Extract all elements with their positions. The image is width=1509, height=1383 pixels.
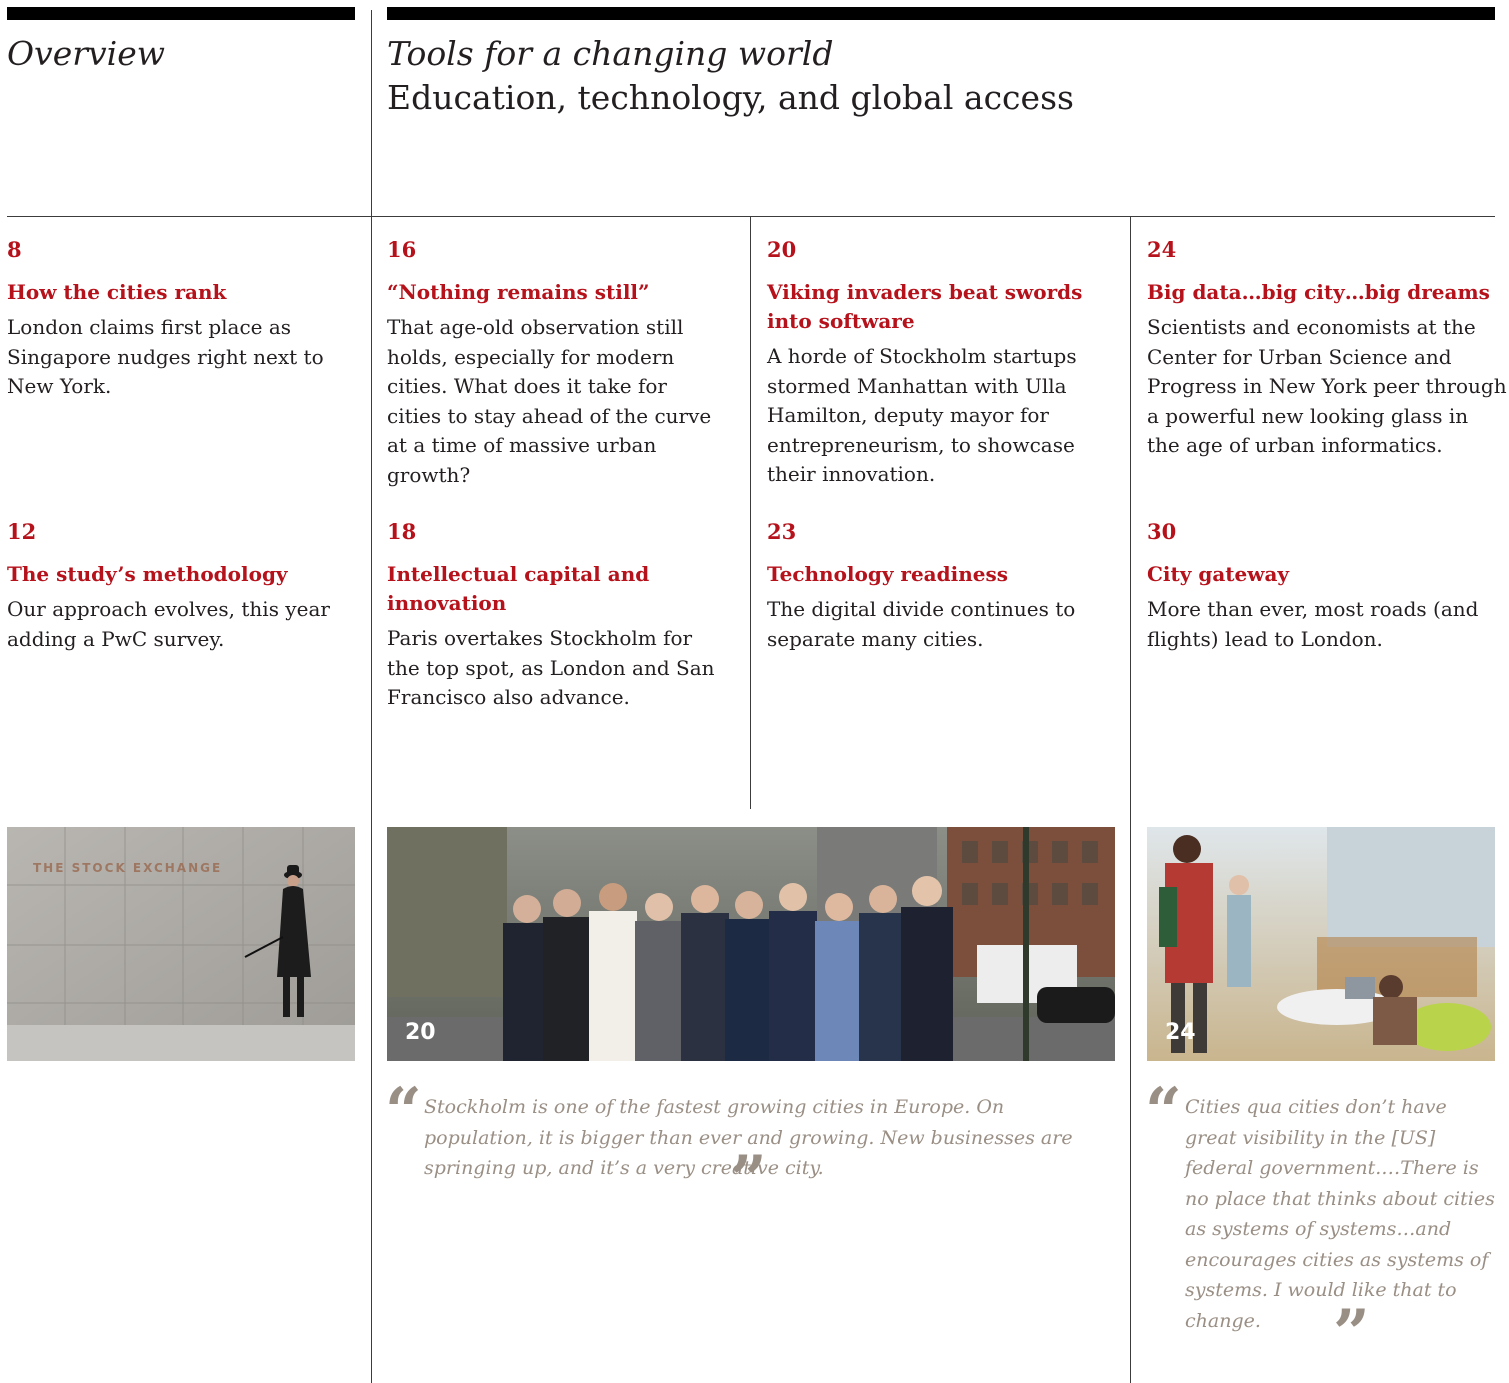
quote-open-icon: “ [1145,1074,1182,1149]
lab-photo[interactable]: 24 [1147,827,1495,1061]
entry-title: “Nothing remains still” [387,280,650,304]
entry-title: City gateway [1147,562,1290,586]
entry-description: Scientists and economists at the Center … [1147,315,1507,457]
photo-page-tag: 24 [1165,1020,1196,1045]
divider-vertical-3 [1130,216,1131,1383]
toc-entry[interactable]: 12 The study’s methodology Our approach … [7,518,347,654]
headline: Education, technology, and global access [387,78,1074,117]
entry-title: Technology readiness [767,562,1009,586]
group-illustration [387,827,1115,1061]
quote-close-icon: ” [1333,1296,1370,1371]
quote-close-icon: ” [730,1142,767,1217]
entry-page-number: 8 [7,237,22,262]
entry-page-number: 30 [1147,519,1177,544]
entry-title: Viking invaders beat swords into softwar… [767,280,1083,333]
photo-page-tag: 20 [405,1020,436,1045]
entry-description: Our approach evolves, this year adding a… [7,597,330,651]
entry-description: A horde of Stockholm startups stormed Ma… [767,344,1077,486]
entry-page-number: 18 [387,519,417,544]
lab-illustration [1147,827,1495,1061]
entry-page-number: 20 [767,237,797,262]
group-photo[interactable]: 20 [387,827,1115,1061]
entry-title: Intellectual capital and innovation [387,562,650,615]
entry-page-number: 23 [767,519,797,544]
entry-description: Paris overtakes Stockholm for the top sp… [387,626,715,709]
entry-page-number: 16 [387,237,417,262]
toc-entry[interactable]: 24 Big data…big city…big dreams Scientis… [1147,236,1507,461]
toc-entry[interactable]: 20 Viking invaders beat swords into soft… [767,236,1097,490]
feature-top-bar [387,7,1495,20]
entry-description: London claims first place as Singapore n… [7,315,324,398]
entry-description: More than ever, most roads (and flights)… [1147,597,1479,651]
quote-stockholm: Stockholm is one of the fastest growing … [424,1096,1073,1179]
toc-entry[interactable]: 18 Intellectual capital and innovation P… [387,518,727,713]
toc-entry[interactable]: 8 How the cities rank London claims firs… [7,236,347,402]
entry-description: That age-old observation still holds, es… [387,315,712,487]
divider-horizontal [7,216,1495,217]
quote-open-icon: “ [385,1074,422,1149]
headline-italic: Tools for a changing world [387,34,834,73]
section-label: Overview [7,34,165,73]
toc-entry[interactable]: 30 City gateway More than ever, most roa… [1147,518,1507,654]
toc-entry[interactable]: 23 Technology readiness The digital divi… [767,518,1097,654]
entry-description: The digital divide continues to separate… [767,597,1076,651]
entry-title: Big data…big city…big dreams [1147,280,1490,304]
toc-entry[interactable]: 16 “Nothing remains still” That age-old … [387,236,727,490]
stock-exchange-sign: THE STOCK EXCHANGE [33,861,223,875]
divider-vertical-2 [750,216,751,809]
entry-title: How the cities rank [7,280,227,304]
entry-page-number: 12 [7,519,37,544]
overview-top-bar [7,7,355,20]
stock-exchange-photo[interactable]: THE STOCK EXCHANGE [7,827,355,1061]
entry-title: The study’s methodology [7,562,288,586]
entry-page-number: 24 [1147,237,1177,262]
